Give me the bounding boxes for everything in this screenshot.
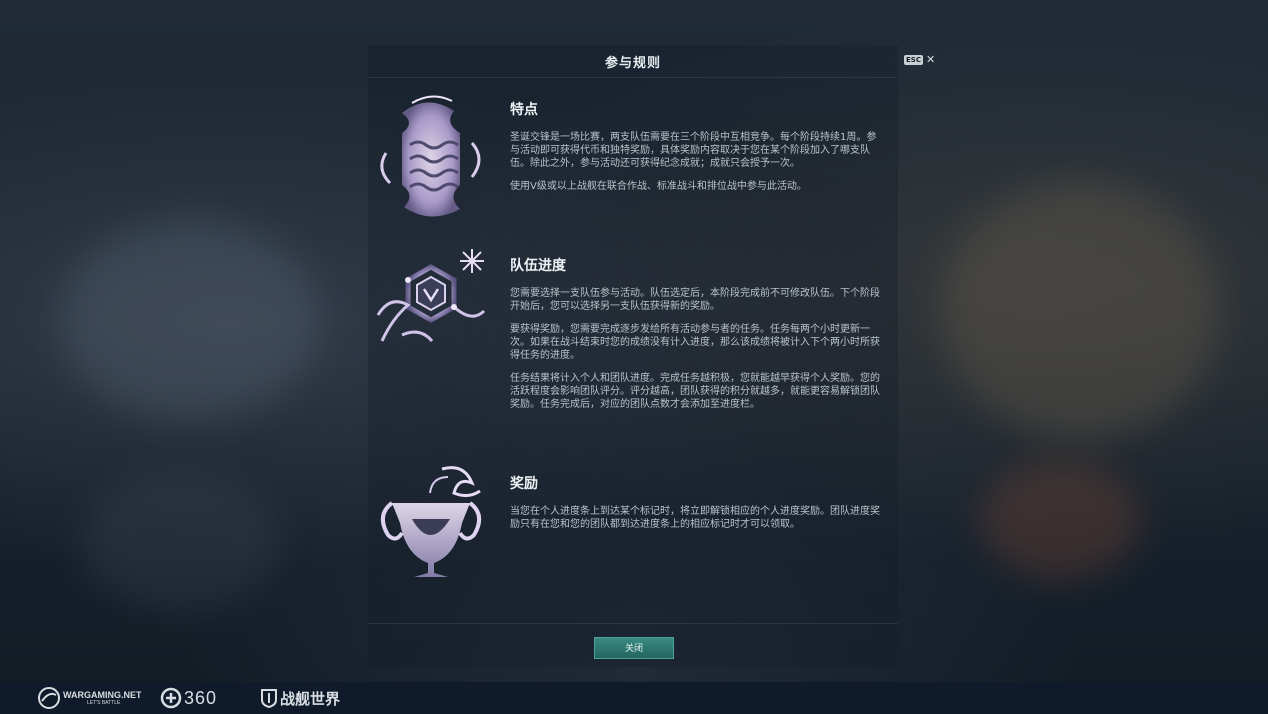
wargaming-slogan: LET'S BATTLE (87, 700, 121, 706)
shield-icon (261, 689, 277, 708)
partner-logo-bar: WARGAMING.NET LET'S BATTLE 360 战舰世界 (0, 682, 1268, 714)
section-body: 奖励 当您在个人进度条上到达某个标记时，将立即解锁相应的个人进度奖励。团队进度奖… (510, 473, 880, 541)
section-paragraph: 任务结果将计入个人和团队进度。完成任务越积极，您就能越早获得个人奖励。您的活跃程… (510, 373, 880, 410)
game-logo: 战舰世界 (260, 686, 340, 710)
background-blur (60, 220, 320, 420)
background-blur (80, 470, 280, 610)
section-title: 队伍进度 (510, 258, 566, 274)
section-paragraph: 使用V级或以上战舰在联合作战、标准战斗和排位战中参与此活动。 (510, 181, 807, 192)
esc-close-button[interactable]: ESC ✕ (904, 53, 936, 66)
logo-360: 360 (160, 686, 217, 710)
section-paragraph: 当您在个人进度条上到达某个标记时，将立即解锁相应的个人进度奖励。团队进度奖励只有… (510, 506, 880, 530)
wargaming-wordmark: WARGAMING.NET (63, 690, 142, 700)
rules-dialog: 参与规则 ESC ✕ 特点 圣诞交锋是一场比赛，两支队伍需要在三个阶段中互相竞争… (368, 45, 935, 667)
section-paragraph: 您需要选择一支队伍参与活动。队伍选定后，本阶段完成前不可修改队伍。下个阶段开始后… (510, 288, 880, 312)
dialog-header: 参与规则 (368, 45, 898, 78)
background-blur (940, 180, 1220, 440)
dialog-title: 参与规则 (604, 56, 661, 71)
section-body: 特点 圣诞交锋是一场比赛，两支队伍需要在三个阶段中互相竞争。每个阶段持续1周。参… (510, 99, 880, 203)
esc-key-badge: ESC (904, 55, 923, 65)
game-logo-text: 战舰世界 (280, 690, 341, 708)
section-paragraph: 圣诞交锋是一场比赛，两支队伍需要在三个阶段中互相竞争。每个阶段持续1周。参与活动… (510, 132, 877, 169)
section-paragraph: 要获得奖励，您需要完成逐步发给所有活动参与者的任务。任务每两个小时更新一次。如果… (510, 324, 880, 361)
section-title: 特点 (510, 102, 538, 118)
close-button[interactable]: 关闭 (594, 637, 674, 659)
wargaming-globe-icon (38, 687, 60, 709)
section-title: 奖励 (510, 476, 538, 492)
snowflake-emblem-icon (372, 245, 490, 375)
footer-divider (368, 623, 898, 624)
section-body: 队伍进度 您需要选择一支队伍参与活动。队伍选定后，本阶段完成前不可修改队伍。下个… (510, 255, 880, 421)
waves-emblem-icon (372, 93, 490, 223)
plus-circle-icon (160, 687, 182, 709)
logo-360-text: 360 (184, 687, 218, 708)
cup-emblem-icon (372, 463, 490, 593)
close-icon: ✕ (925, 53, 936, 66)
background-blur (980, 460, 1140, 580)
wargaming-logo: WARGAMING.NET LET'S BATTLE (38, 686, 142, 710)
